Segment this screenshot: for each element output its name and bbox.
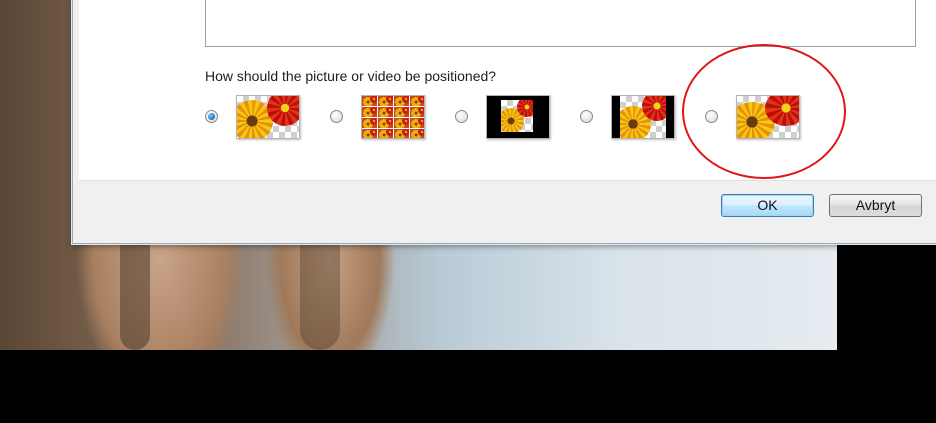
dialog-content: How should the picture or video be posit… (79, 0, 936, 181)
preview-box (205, 0, 916, 47)
tile-preview-icon[interactable] (361, 95, 425, 139)
position-radio-fit[interactable] (580, 110, 593, 123)
wallpaper-shadow (300, 230, 340, 350)
ok-button[interactable]: OK (721, 194, 814, 217)
position-option-fit[interactable] (580, 95, 680, 139)
position-radio-stretch[interactable] (705, 110, 718, 123)
position-radio-fill[interactable] (205, 110, 218, 123)
position-option-tile[interactable] (330, 95, 430, 139)
fit-preview-icon[interactable] (611, 95, 675, 139)
screen-edge (0, 350, 936, 423)
cancel-button[interactable]: Avbryt (829, 194, 922, 217)
position-radio-tile[interactable] (330, 110, 343, 123)
position-option-fill[interactable] (205, 95, 305, 139)
stretch-preview-icon[interactable] (736, 95, 800, 139)
position-question-label: How should the picture or video be posit… (205, 68, 497, 84)
screensaver-settings-dialog: How should the picture or video be posit… (72, 0, 936, 244)
fill-preview-icon[interactable] (236, 95, 300, 139)
position-radio-center[interactable] (455, 110, 468, 123)
position-option-center[interactable] (455, 95, 555, 139)
center-preview-icon[interactable] (486, 95, 550, 139)
screen-edge (837, 240, 936, 350)
position-option-stretch[interactable] (705, 95, 805, 139)
wallpaper-shadow (120, 230, 150, 350)
